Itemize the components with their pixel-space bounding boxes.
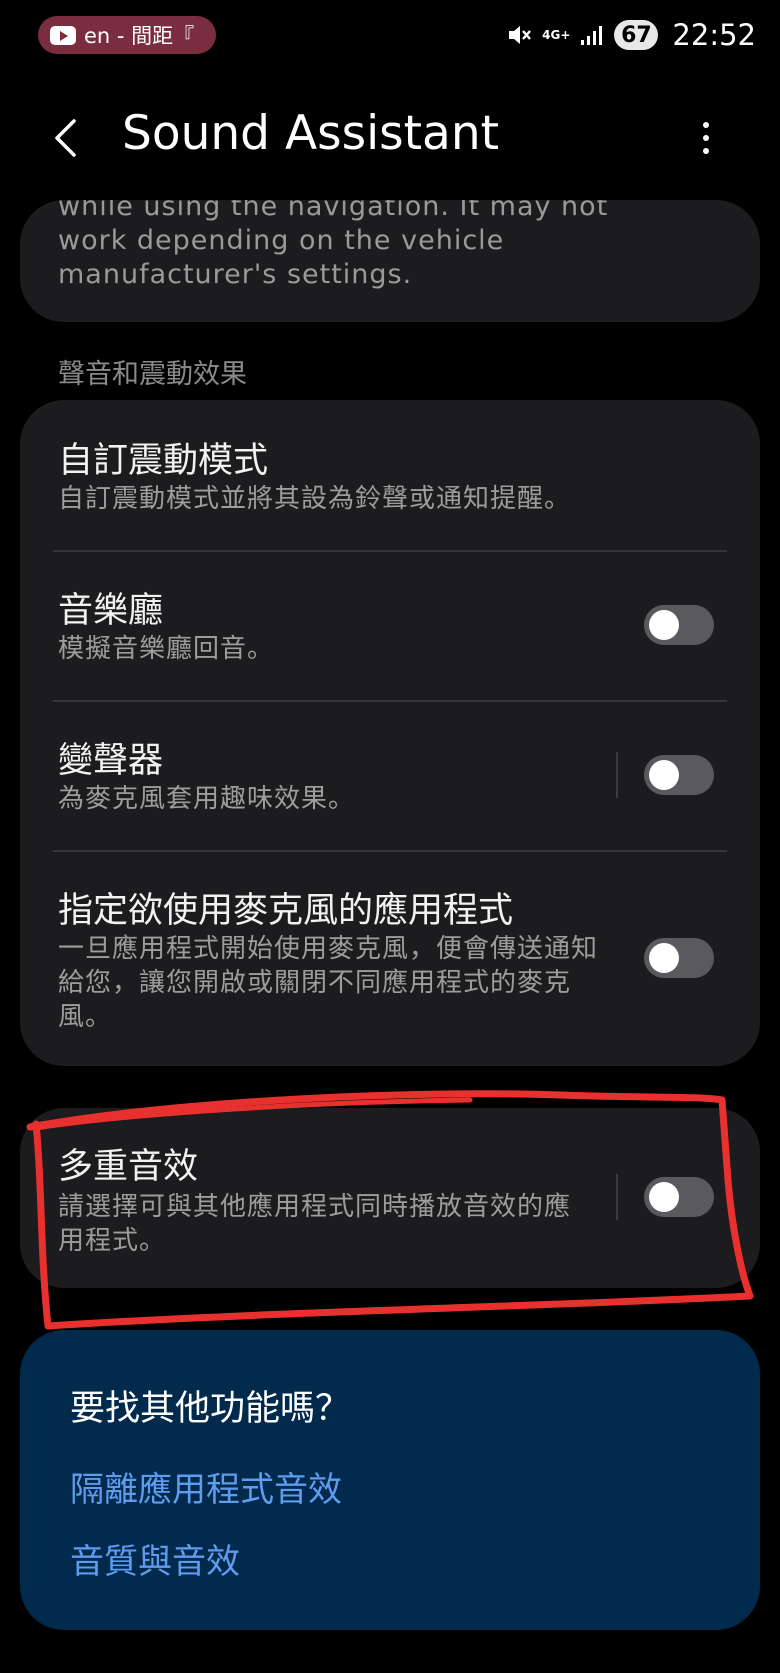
item-title: 變聲器 <box>58 741 164 781</box>
voice-changer-toggle[interactable] <box>644 755 714 795</box>
notification-text: en - 間距『 <box>84 24 195 48</box>
looking-for-card: 要找其他功能嗎？ 隔離應用程式音效 音質與音效 <box>20 1330 760 1630</box>
page-title: Sound Assistant <box>122 106 500 161</box>
voice-changer-item[interactable]: 變聲器 為麥克風套用趣味效果。 <box>20 700 760 850</box>
more-options-icon <box>703 122 709 128</box>
item-subtitle: 自訂震動模式並將其設為鈴聲或通知提醒。 <box>58 484 572 514</box>
looking-for-title: 要找其他功能嗎？ <box>70 1389 351 1429</box>
vertical-separator <box>616 752 618 798</box>
sound-effects-card: 自訂震動模式 自訂震動模式並將其設為鈴聲或通知提醒。 音樂廳 模擬音樂廳回音。 … <box>20 400 760 1066</box>
youtube-icon <box>50 25 76 45</box>
toggle-knob <box>649 610 679 640</box>
item-subtitle: 請選擇可與其他應用程式同時播放音效的應用程式。 <box>58 1192 572 1256</box>
status-icons: 4G+ 67 22:52 <box>506 12 756 58</box>
custom-vibration-item[interactable]: 自訂震動模式 自訂震動模式並將其設為鈴聲或通知提醒。 <box>20 400 760 550</box>
vertical-separator <box>616 1174 618 1220</box>
item-subtitle: 模擬音樂廳回音。 <box>58 634 275 664</box>
back-arrow-icon <box>55 119 76 157</box>
toggle-knob <box>649 1182 679 1212</box>
toggle-knob <box>649 943 679 973</box>
toggle-knob <box>649 760 679 790</box>
status-bar: en - 間距『 4G+ 67 22:52 <box>0 0 780 70</box>
multi-sound-item[interactable]: 多重音效 請選擇可與其他應用程式同時播放音效的應用程式。 <box>20 1108 760 1288</box>
navigation-info-text: while using the navigation. It may not w… <box>58 200 609 290</box>
concert-hall-toggle[interactable] <box>644 605 714 645</box>
concert-hall-item[interactable]: 音樂廳 模擬音樂廳回音。 <box>20 550 760 700</box>
item-title: 指定欲使用麥克風的應用程式 <box>58 891 514 931</box>
item-title: 多重音效 <box>58 1147 199 1187</box>
signal-icon <box>581 26 603 45</box>
battery-level: 67 <box>614 20 659 50</box>
separate-app-sound-link[interactable]: 隔離應用程式音效 <box>70 1462 342 1511</box>
section-header: 聲音和震動效果 <box>58 359 247 390</box>
app-screen: en - 間距『 4G+ 67 22:52 Sound Assistant wh… <box>0 0 780 1673</box>
multi-sound-toggle[interactable] <box>644 1177 714 1217</box>
item-title: 自訂震動模式 <box>58 441 269 481</box>
clock: 22:52 <box>672 18 756 52</box>
multi-sound-card: 多重音效 請選擇可與其他應用程式同時播放音效的應用程式。 <box>20 1108 760 1288</box>
mute-icon <box>509 26 532 44</box>
back-button[interactable] <box>52 110 92 166</box>
sound-quality-link[interactable]: 音質與音效 <box>70 1534 240 1583</box>
item-title: 音樂廳 <box>58 591 164 631</box>
notification-pill[interactable]: en - 間距『 <box>38 16 216 54</box>
app-bar: Sound Assistant <box>0 92 780 182</box>
mic-apps-item[interactable]: 指定欲使用麥克風的應用程式 一旦應用程式開始使用麥克風，便會傳送通知給您，讓您開… <box>20 850 760 1066</box>
network-type: 4G+ <box>542 28 571 42</box>
item-subtitle: 一旦應用程式開始使用麥克風，便會傳送通知給您，讓您開啟或關閉不同應用程式的麥克風… <box>58 934 599 1032</box>
navigation-info-card: while using the navigation. It may not w… <box>20 200 760 322</box>
mic-apps-toggle[interactable] <box>644 938 714 978</box>
more-options-icon <box>703 148 709 154</box>
more-options-button[interactable] <box>686 110 726 166</box>
more-options-icon <box>703 135 709 141</box>
item-subtitle: 為麥克風套用趣味效果。 <box>58 784 356 814</box>
